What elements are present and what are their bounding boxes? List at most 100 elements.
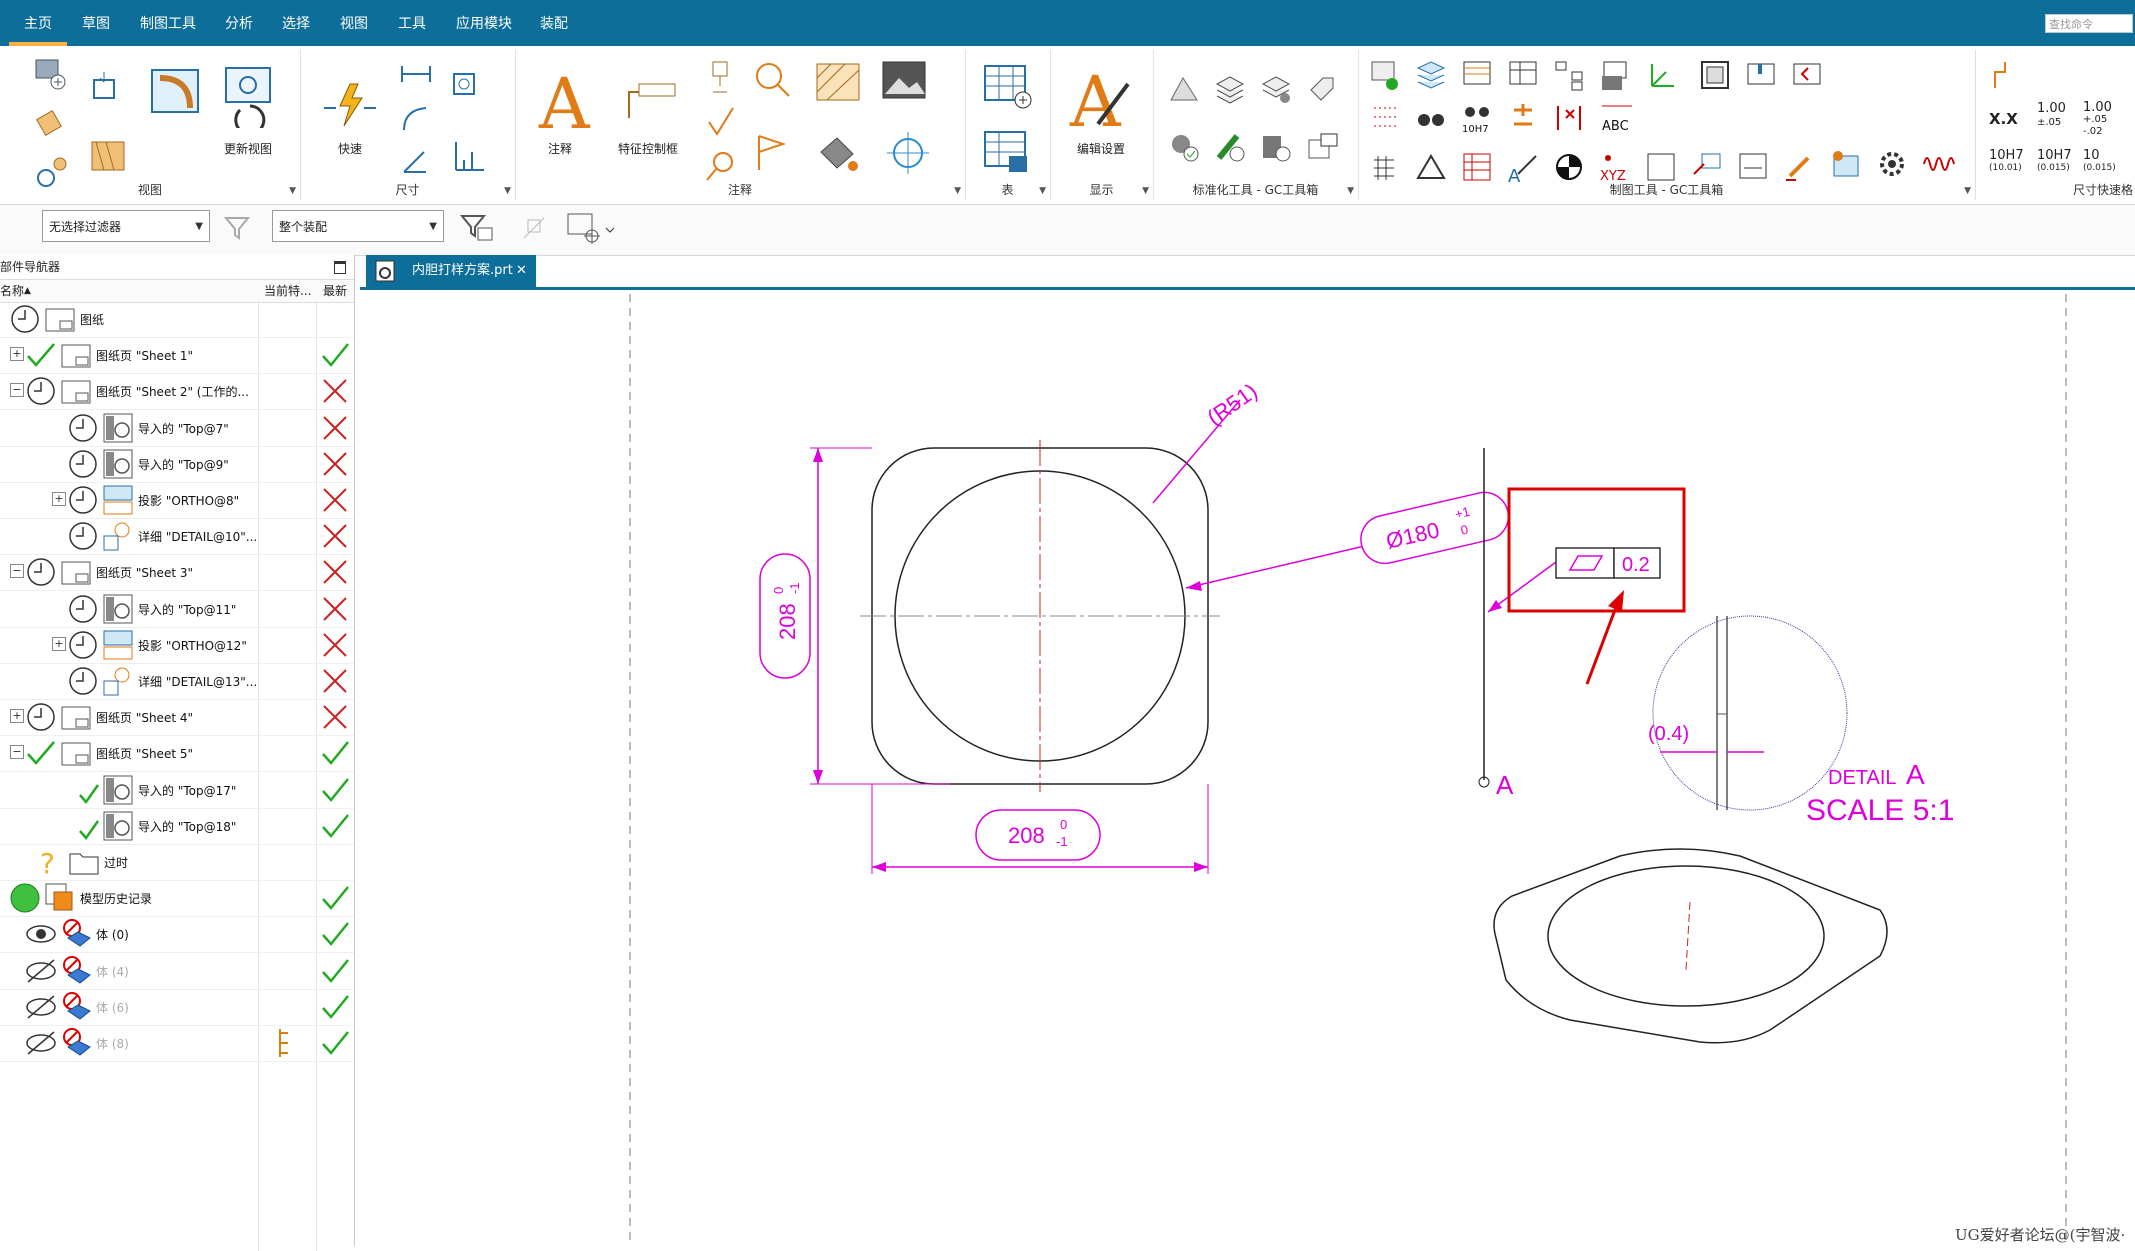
close-icon[interactable]: ✕ xyxy=(516,255,527,287)
abc-text-icon[interactable]: ABC xyxy=(1598,100,1636,136)
menu-tools[interactable]: 工具 xyxy=(398,13,426,33)
center-mark-icon[interactable] xyxy=(885,130,931,176)
navigator-row[interactable]: 详细 "DETAIL@13"... xyxy=(0,663,354,700)
blank-sheet-icon[interactable] xyxy=(1644,150,1678,184)
collapse-icon[interactable]: − xyxy=(10,383,24,398)
coordinate-icon[interactable] xyxy=(1644,58,1678,92)
xyz-icon[interactable]: XYZ xyxy=(1598,150,1636,184)
tag-icon[interactable] xyxy=(1305,72,1339,106)
cone-tool-icon[interactable] xyxy=(1167,72,1201,106)
triangle-icon[interactable] xyxy=(1414,150,1448,184)
radial-dimension-icon[interactable] xyxy=(400,104,430,134)
parts-list-icon[interactable] xyxy=(983,130,1033,176)
menu-view[interactable]: 视图 xyxy=(340,13,368,33)
crosshatch-icon[interactable] xyxy=(815,62,861,102)
column-latest[interactable]: 最新 xyxy=(323,280,347,302)
navigator-row[interactable]: 导入的 "Top@9" xyxy=(0,446,354,483)
menu-applications[interactable]: 应用模块 xyxy=(456,13,512,33)
chevron-down-icon[interactable]: ▼ xyxy=(1142,186,1149,196)
type-filter-icon[interactable] xyxy=(458,212,498,244)
navigator-row[interactable]: + 图纸页 "Sheet 1" xyxy=(0,337,354,375)
column-name[interactable]: 名称 xyxy=(0,280,24,302)
dimension-step-icon[interactable] xyxy=(1989,58,2023,92)
datum-target-icon[interactable] xyxy=(753,60,793,100)
title-block-icon[interactable] xyxy=(1744,58,1778,92)
navigator-row[interactable]: + 图纸页 "Sheet 4" xyxy=(0,699,354,737)
expand-icon[interactable]: + xyxy=(10,709,24,724)
snap-icon[interactable] xyxy=(518,212,552,244)
corner-icon[interactable] xyxy=(1790,58,1824,92)
text-arrow-icon[interactable]: A xyxy=(1506,150,1540,184)
navigator-row[interactable]: + 投影 "ORTHO@12" xyxy=(0,627,354,664)
navigator-row[interactable]: − 图纸页 "Sheet 3" xyxy=(0,554,354,592)
navigator-row[interactable]: 体 (6) xyxy=(0,989,354,1026)
table-grid-icon[interactable] xyxy=(1368,150,1402,184)
chevron-down-icon[interactable]: ▼ xyxy=(289,186,296,196)
balloon-icon[interactable] xyxy=(703,150,737,184)
table-arrow-icon[interactable] xyxy=(1690,150,1724,184)
tolerance-bilateral-button[interactable]: 1.00 +.05 -.02 xyxy=(2083,101,2112,138)
angular-dimension-icon[interactable] xyxy=(400,146,430,176)
gear-icon[interactable] xyxy=(1874,146,1910,182)
section-view-a[interactable]: A 0.2 xyxy=(1478,448,1686,800)
decimal-format-button[interactable]: X.X xyxy=(1989,110,2018,128)
navigator-row[interactable]: − 图纸页 "Sheet 5" xyxy=(0,735,354,773)
isometric-view[interactable] xyxy=(1493,848,1888,1044)
assembly-scope-dropdown[interactable]: 整个装配 ▼ xyxy=(272,210,444,242)
x-mark-icon[interactable] xyxy=(1552,100,1586,134)
navigator-row[interactable]: 模型历史记录 xyxy=(0,880,354,918)
drawing-canvas[interactable]: 208 0 -1 208 0 -1 (R51) Ø180 +1 0 A 0.2 … xyxy=(360,290,2135,1246)
menu-drafting-tools[interactable]: 制图工具 xyxy=(140,13,196,33)
expand-icon[interactable]: + xyxy=(10,347,24,362)
navigator-row[interactable]: 体 (8) xyxy=(0,1025,354,1062)
table-settings-icon[interactable] xyxy=(1506,58,1540,92)
layer-settings-icon[interactable] xyxy=(1259,72,1293,106)
fit-format-button-1[interactable]: 10H7 (10.01) xyxy=(1989,149,2024,174)
chevron-down-icon[interactable]: ▼ xyxy=(954,186,961,196)
center-of-gravity-icon[interactable] xyxy=(1552,150,1586,184)
area-fill-icon[interactable] xyxy=(813,130,863,176)
chevron-down-icon[interactable]: ▼ xyxy=(1347,186,1354,196)
feature-control-frame-icon[interactable] xyxy=(621,78,681,128)
chevron-down-icon[interactable]: ▼ xyxy=(1964,186,1971,196)
section-view-icon[interactable] xyxy=(150,68,200,114)
binoculars-icon[interactable] xyxy=(1414,100,1448,134)
table-edit-icon[interactable] xyxy=(1460,58,1494,92)
base-view-icon[interactable] xyxy=(30,54,70,94)
view-label-icon[interactable] xyxy=(1305,130,1341,166)
surface-finish-icon[interactable] xyxy=(705,106,739,136)
detail-view-icon[interactable] xyxy=(34,104,74,144)
main-view[interactable]: 208 0 -1 208 0 -1 (R51) Ø180 +1 0 xyxy=(759,378,1513,874)
linear-dimension-icon[interactable] xyxy=(398,60,434,88)
chevron-down-icon[interactable]: ▼ xyxy=(504,186,511,196)
edit-settings-icon[interactable]: A xyxy=(1068,64,1134,136)
ab-label-icon[interactable] xyxy=(1598,58,1632,92)
navigator-row[interactable]: + 投影 "ORTHO@8" xyxy=(0,482,354,519)
gdt-tolerance-value[interactable]: 0.2 xyxy=(1622,554,1650,576)
expand-icon[interactable]: + xyxy=(52,636,66,651)
fit-format-button-3[interactable]: 10 (0.015) xyxy=(2083,149,2116,174)
attribute-table-icon[interactable] xyxy=(1828,146,1864,182)
navigator-row[interactable]: 导入的 "Top@11" xyxy=(0,591,354,628)
point-snap-icon[interactable] xyxy=(564,210,614,246)
selection-filter-dropdown[interactable]: 无选择过滤器 ▼ xyxy=(42,210,210,242)
navigator-row[interactable]: 详细 "DETAIL@10"... xyxy=(0,518,354,556)
navigator-row[interactable]: 体 (4) xyxy=(0,953,354,990)
rapid-dimension-icon[interactable] xyxy=(322,80,378,130)
navigator-row[interactable]: 导入的 "Top@7" xyxy=(0,410,354,447)
document-tab[interactable]: 内胆打样方案.prt ✕ xyxy=(366,255,536,287)
command-search-input[interactable]: 查找命令 xyxy=(2045,14,2133,33)
radius-dimension[interactable]: (R51) xyxy=(1202,378,1261,430)
layers-icon[interactable] xyxy=(1213,72,1247,106)
menu-sketch[interactable]: 草图 xyxy=(82,13,110,33)
dim-vertical-value[interactable]: 208 xyxy=(775,603,800,640)
menu-home[interactable]: 主页 xyxy=(24,13,52,33)
filter-reset-icon[interactable] xyxy=(222,214,252,242)
layer-stack-icon[interactable] xyxy=(1414,58,1448,92)
menu-analysis[interactable]: 分析 xyxy=(225,13,253,33)
fit-binoculars-icon[interactable]: 10H7 xyxy=(1460,100,1494,134)
navigator-row[interactable]: − 图纸页 "Sheet 2" (工作的... xyxy=(0,373,354,411)
menu-select[interactable]: 选择 xyxy=(282,13,310,33)
navigator-row[interactable]: 图纸 xyxy=(0,301,354,338)
fit-format-button-2[interactable]: 10H7 (0.015) xyxy=(2037,149,2072,174)
